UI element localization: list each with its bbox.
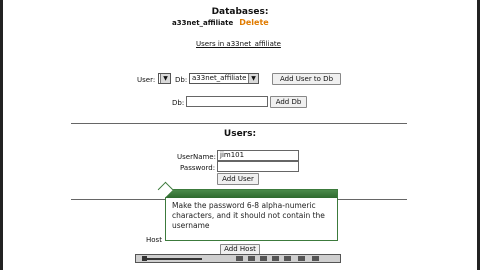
seek-track[interactable] — [146, 258, 202, 260]
username-label: UserName: — [177, 153, 216, 161]
database-row: a33net_affiliate Delete — [172, 18, 269, 27]
database-name: a33net_affiliate — [172, 18, 234, 27]
add-user-to-db-button[interactable]: Add User to Db — [272, 73, 341, 85]
chevron-down-icon: ▼ — [160, 74, 170, 83]
pause-icon[interactable] — [260, 256, 267, 261]
db-label: Db: — [175, 76, 188, 84]
password-input[interactable] — [217, 161, 299, 172]
db-select-value: a33net_affiliate — [192, 74, 247, 82]
rewind-icon[interactable] — [236, 256, 243, 261]
tooltip-text: Make the password 6-8 alpha-numeric char… — [172, 201, 325, 230]
password-hint-tooltip: Make the password 6-8 alpha-numeric char… — [157, 181, 338, 241]
username-input[interactable]: jim101 — [217, 150, 299, 161]
add-db-label: Db: — [172, 99, 185, 107]
password-label: Password: — [180, 164, 216, 172]
host-label: Host — [146, 236, 162, 244]
step-back-icon[interactable] — [248, 256, 255, 261]
divider-1 — [71, 123, 407, 124]
users-title: Users: — [223, 129, 257, 139]
delete-db-link[interactable]: Delete — [239, 18, 268, 27]
databases-title: Databases: — [211, 7, 269, 17]
user-select[interactable]: ▼ — [158, 73, 171, 84]
chevron-down-icon: ▼ — [248, 74, 258, 83]
tooltip-header — [166, 190, 337, 198]
add-user-button[interactable]: Add User — [217, 173, 259, 185]
db-select[interactable]: a33net_affiliate ▼ — [189, 73, 259, 84]
users-in-db-link[interactable]: Users in a33net_affiliate — [196, 40, 281, 48]
cpanel-mysql-page: Databases: a33net_affiliate Delete Users… — [0, 0, 480, 270]
user-label: User: — [137, 76, 156, 84]
video-player-controls[interactable] — [135, 254, 341, 263]
volume-icon[interactable] — [298, 256, 305, 261]
add-db-button[interactable]: Add Db — [270, 96, 307, 108]
step-forward-icon[interactable] — [272, 256, 279, 261]
fullscreen-icon[interactable] — [312, 256, 319, 261]
new-db-input[interactable] — [186, 96, 268, 107]
fast-forward-icon[interactable] — [284, 256, 291, 261]
